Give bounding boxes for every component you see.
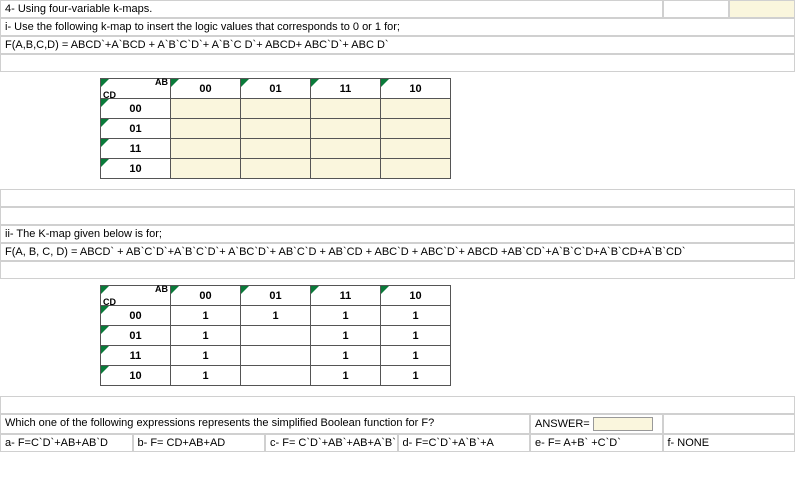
kmap2-col-00: 00: [171, 286, 241, 306]
kmap1-cell[interactable]: [171, 159, 241, 179]
kmap2-cell[interactable]: 1: [311, 366, 381, 386]
kmap1-cell[interactable]: [381, 159, 451, 179]
kmap1-cell[interactable]: [311, 139, 381, 159]
kmap1-cell[interactable]: [381, 119, 451, 139]
kmap2-ab-label: AB: [155, 284, 168, 294]
option-c: c- F= C`D`+AB`+AB+A`B`: [265, 434, 398, 452]
kmap2-cell[interactable]: 1: [171, 346, 241, 366]
kmap2-cell[interactable]: 1: [171, 366, 241, 386]
kmap2-row-00: 00: [101, 306, 171, 326]
kmap1-cell[interactable]: [171, 139, 241, 159]
kmap1-cell[interactable]: [171, 119, 241, 139]
kmap2-col-11: 11: [311, 286, 381, 306]
spacer: [0, 261, 795, 279]
answer-label-cell: ANSWER=: [530, 414, 663, 434]
kmap2-cell[interactable]: [241, 366, 311, 386]
kmap1-row-10: 10: [101, 159, 171, 179]
function-ii: F(A, B, C, D) = ABCD` + AB`C`D`+A`B`C`D`…: [0, 243, 795, 261]
kmap2-row-10: 10: [101, 366, 171, 386]
kmap-1: AB CD 00 01 11 10 00 01: [100, 78, 451, 179]
kmap-2: AB CD 00 01 11 10 00 1 1 1 1 01 1 1 1: [100, 285, 451, 386]
option-d: d- F=C`D`+A`B`+A: [398, 434, 531, 452]
kmap1-cell[interactable]: [311, 119, 381, 139]
spacer: [0, 207, 795, 225]
kmap1-row-00: 00: [101, 99, 171, 119]
answer-label: ANSWER=: [535, 418, 590, 430]
function-i: F(A,B,C,D) = ABCD`+A`BCD + A`B`C`D`+ A`B…: [0, 36, 795, 54]
kmap1-col-11: 11: [311, 79, 381, 99]
kmap2-cell[interactable]: 1: [171, 326, 241, 346]
kmap1-row-01: 01: [101, 119, 171, 139]
empty-cell: [663, 0, 729, 18]
question-prompt: Which one of the following expressions r…: [0, 414, 530, 434]
kmap1-cell[interactable]: [171, 99, 241, 119]
kmap2-cell[interactable]: 1: [311, 346, 381, 366]
kmap1-col-10: 10: [381, 79, 451, 99]
kmap2-corner: AB CD: [101, 286, 171, 306]
kmap1-cell[interactable]: [381, 139, 451, 159]
kmap2-col-10: 10: [381, 286, 451, 306]
answer-input[interactable]: [593, 417, 653, 431]
kmap1-cell[interactable]: [241, 119, 311, 139]
option-e: e- F= A+B` +C`D`: [530, 434, 663, 452]
kmap1-cell[interactable]: [311, 99, 381, 119]
kmap2-cell[interactable]: 1: [381, 306, 451, 326]
kmap2-cell[interactable]: 1: [241, 306, 311, 326]
option-f: f- NONE: [663, 434, 795, 452]
kmap1-row-11: 11: [101, 139, 171, 159]
kmap1-cell[interactable]: [241, 159, 311, 179]
spacer: [0, 54, 795, 72]
kmap2-col-01: 01: [241, 286, 311, 306]
kmap2-row-11: 11: [101, 346, 171, 366]
kmap2-cell[interactable]: 1: [381, 366, 451, 386]
kmap1-cell[interactable]: [311, 159, 381, 179]
kmap1-cell[interactable]: [241, 139, 311, 159]
part-ii-title: ii- The K-map given below is for;: [0, 225, 795, 243]
kmap1-col-00: 00: [171, 79, 241, 99]
problem-title: 4- Using four-variable k-maps.: [0, 0, 663, 18]
kmap1-cell[interactable]: [241, 99, 311, 119]
kmap2-cell[interactable]: [241, 326, 311, 346]
kmap1-cell[interactable]: [381, 99, 451, 119]
kmap2-row-01: 01: [101, 326, 171, 346]
kmap1-corner: AB CD: [101, 79, 171, 99]
part-i-text: i- Use the following k-map to insert the…: [0, 18, 795, 36]
option-b: b- F= CD+AB+AD: [133, 434, 266, 452]
kmap1-col-01: 01: [241, 79, 311, 99]
kmap2-cell[interactable]: 1: [171, 306, 241, 326]
kmap2-cell[interactable]: [241, 346, 311, 366]
kmap2-cell[interactable]: 1: [381, 326, 451, 346]
spacer: [0, 396, 795, 414]
kmap2-cell[interactable]: 1: [381, 346, 451, 366]
kmap2-cell[interactable]: 1: [311, 306, 381, 326]
empty-highlight-cell: [729, 0, 795, 18]
kmap2-cell[interactable]: 1: [311, 326, 381, 346]
option-a: a- F=C`D`+AB+AB`D: [0, 434, 133, 452]
empty-cell: [663, 414, 795, 434]
spacer: [0, 189, 795, 207]
kmap1-ab-label: AB: [155, 77, 168, 87]
